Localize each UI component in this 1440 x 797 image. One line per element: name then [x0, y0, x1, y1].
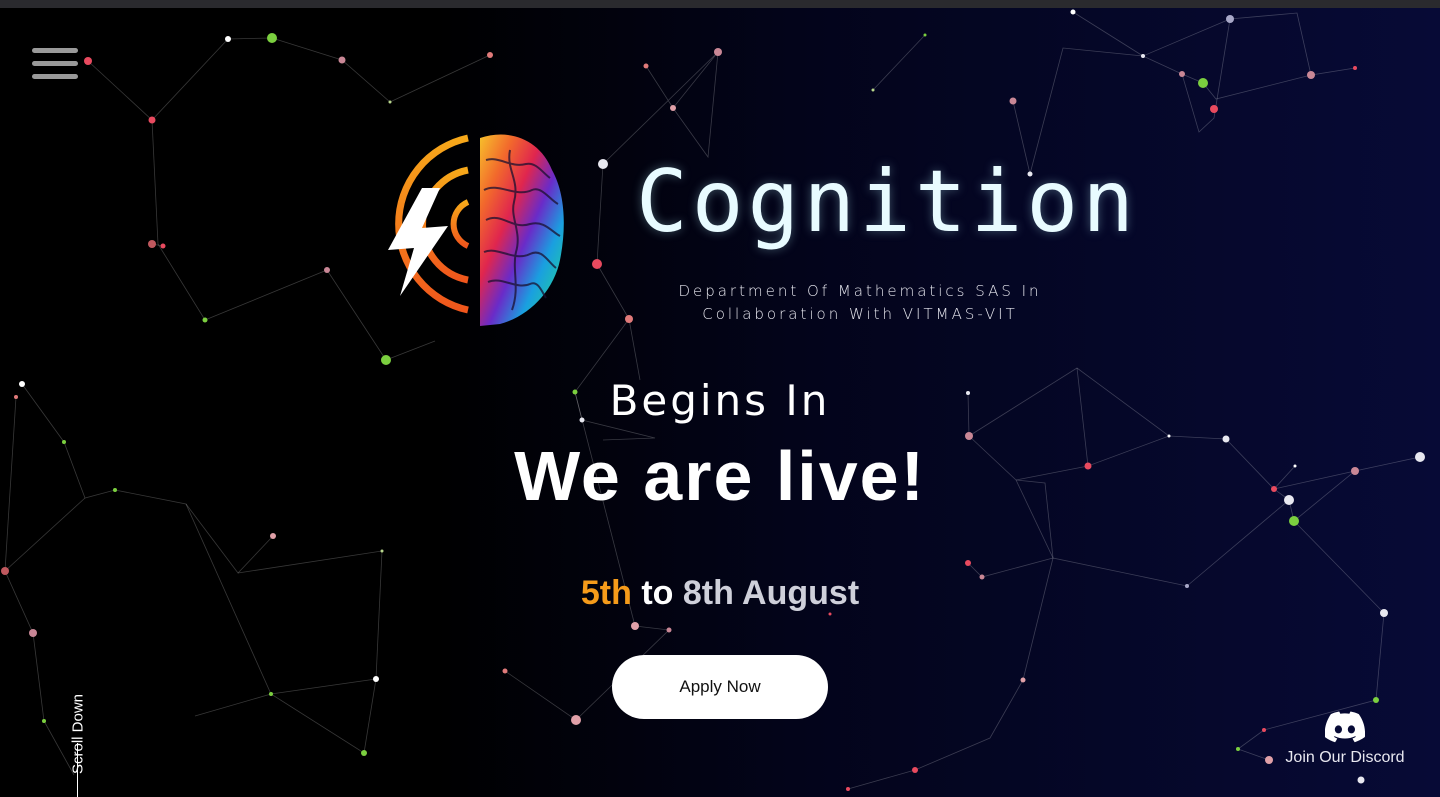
- date-connector: to: [641, 574, 674, 612]
- discord-label: Join Our Discord: [1285, 749, 1405, 766]
- subtitle-line-2: Collaboration With VITMAS-VIT: [702, 305, 1018, 323]
- date-start: 5th: [580, 574, 632, 612]
- apply-now-button[interactable]: Apply Now: [612, 655, 828, 719]
- event-dates: 5th to 8th August: [420, 574, 1020, 613]
- event-subtitle: Department Of Mathematics SAS In Collabo…: [640, 280, 1080, 326]
- scroll-down-label: Scroll Down: [69, 693, 87, 775]
- menu-line: [32, 61, 78, 66]
- scroll-down-line: [77, 743, 78, 797]
- subtitle-line-1: Department Of Mathematics SAS In: [678, 282, 1042, 300]
- hamburger-menu-icon[interactable]: [32, 48, 78, 82]
- hero-section: Cognition Department Of Mathematics SAS …: [0, 8, 1440, 797]
- begins-in-label: Begins In: [609, 376, 831, 425]
- date-end: 8th August: [682, 574, 860, 612]
- browser-top-bar: [0, 0, 1440, 8]
- menu-line: [32, 48, 78, 53]
- scroll-down-indicator[interactable]: Scroll Down: [60, 638, 96, 797]
- discord-icon: [1325, 711, 1365, 743]
- discord-link[interactable]: Join Our Discord: [1278, 711, 1412, 773]
- live-status: We are live!: [514, 437, 926, 515]
- page-title: Cognition: [636, 152, 1138, 252]
- menu-line: [32, 74, 78, 79]
- cognition-logo: [388, 134, 564, 326]
